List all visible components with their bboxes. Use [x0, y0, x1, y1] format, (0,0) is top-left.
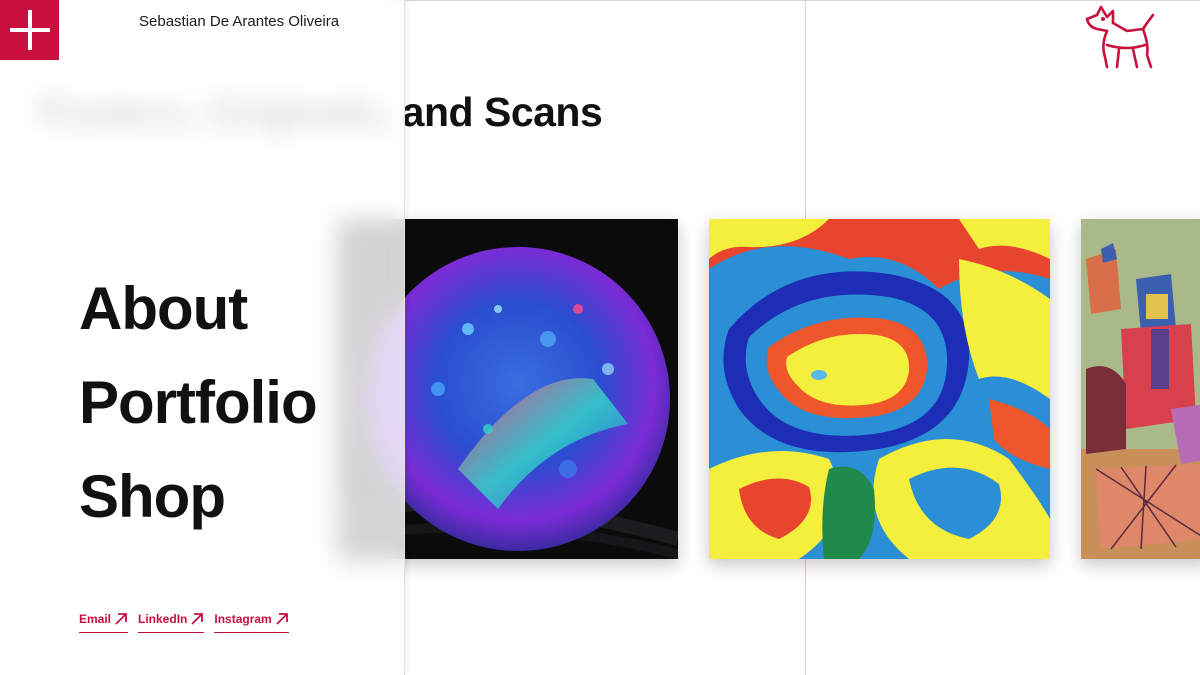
- cubist-figure-painting-image: [1081, 219, 1200, 559]
- nav-item-portfolio[interactable]: Portfolio: [79, 356, 318, 450]
- arrow-up-right-icon: [276, 613, 288, 625]
- linkedin-link-label: LinkedIn: [138, 612, 188, 626]
- nav-item-shop[interactable]: Shop: [79, 450, 317, 544]
- nav-item-about[interactable]: About: [79, 262, 317, 356]
- arrow-up-right-icon: [191, 613, 204, 625]
- instagram-link-label: Instagram: [214, 612, 272, 626]
- social-links: Email LinkedIn Instagram: [79, 612, 289, 633]
- plus-icon: [9, 10, 50, 50]
- instagram-link[interactable]: Instagram: [214, 612, 289, 633]
- linkedin-link[interactable]: LinkedIn: [138, 612, 205, 633]
- email-link[interactable]: Email: [79, 612, 129, 633]
- email-link-label: Email: [79, 612, 112, 626]
- navigation-menu-panel: Sebastian De Arantes Oliveira About Port…: [0, 0, 405, 675]
- artwork-card-2[interactable]: [709, 219, 1050, 559]
- menu-toggle-button[interactable]: [0, 0, 59, 60]
- site-name[interactable]: Sebastian De Arantes Oliveira: [139, 13, 339, 30]
- artwork-card-3[interactable]: [1081, 219, 1200, 559]
- main-nav: About Portfolio Shop: [79, 262, 318, 544]
- rainbow-pour-painting-image: [709, 219, 1050, 559]
- dog-logo-icon[interactable]: [1083, 5, 1157, 73]
- arrow-up-right-icon: [115, 613, 127, 625]
